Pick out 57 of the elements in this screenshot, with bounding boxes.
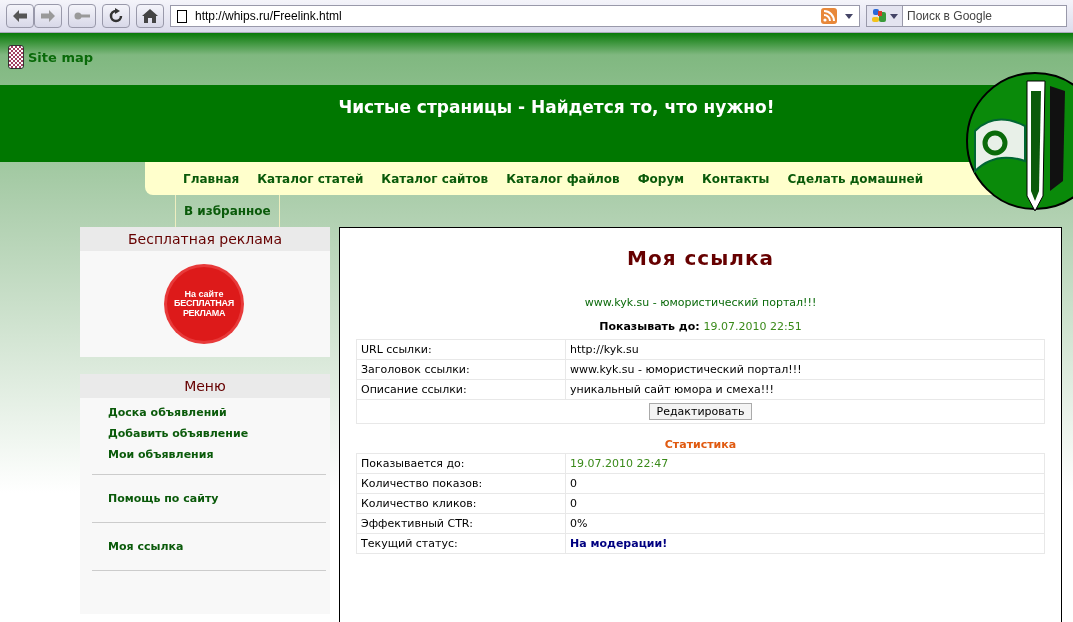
menu-link[interactable]: Помощь по сайту (108, 492, 326, 505)
table-cell: Количество показов: (356, 473, 566, 494)
dropdown-caret-icon (890, 13, 898, 19)
table-cell: Эффективный CTR: (356, 513, 566, 534)
checkered-icon (8, 45, 24, 69)
nav-link[interactable]: Сделать домашней (787, 171, 924, 186)
show-until-value: 19.07.2010 22:51 (703, 320, 802, 333)
statistics-title: Статистика (663, 438, 738, 451)
menu-link[interactable]: Моя ссылка (108, 540, 326, 553)
search-engine-selector[interactable] (867, 6, 903, 26)
table-cell: Текущий статус: (356, 533, 566, 554)
back-button[interactable] (6, 4, 34, 28)
table-cell: Заголовок ссылки: (356, 359, 566, 380)
home-icon (142, 9, 158, 23)
nav-link[interactable]: Каталог статей (257, 171, 364, 186)
nav-link[interactable]: Форум (637, 171, 685, 186)
key-icon (74, 12, 90, 20)
site-slogan: Чистые страницы - Найдется то, что нужно! (338, 97, 775, 119)
nav-link[interactable]: Каталог сайтов (381, 171, 489, 186)
table-cell: 0 (565, 493, 1045, 514)
url-text: http://whips.ru/Freelink.html (195, 9, 342, 23)
table-cell: Показывается до: (356, 453, 566, 474)
reload-button[interactable] (102, 4, 130, 28)
menu-link[interactable]: Добавить объявление (108, 427, 326, 440)
page-title: Моя ссылка (626, 246, 775, 270)
table-cell: 0 (565, 473, 1045, 494)
free-ad-badge[interactable]: На сайте БЕСПЛАТНАЯ РЕКЛАМА (167, 267, 241, 341)
menu-title: Меню (80, 374, 330, 398)
table-cell: 19.07.2010 22:47 (565, 453, 1045, 474)
home-button[interactable] (136, 4, 164, 28)
ad-panel-title: Бесплатная реклама (80, 227, 330, 251)
table-cell: Количество кликов: (356, 493, 566, 514)
key-button[interactable] (68, 4, 96, 28)
dropdown-caret-icon[interactable] (845, 13, 853, 19)
nav-link[interactable]: Каталог файлов (506, 171, 620, 186)
table-cell: 0% (565, 513, 1045, 534)
nav-link[interactable]: Контакты (702, 171, 770, 186)
table-cell: На модерации! (565, 533, 1045, 554)
rss-icon[interactable] (821, 8, 837, 24)
forward-arrow-icon (41, 10, 55, 22)
table-cell: уникальный сайт юмора и смеха!!! (565, 379, 1045, 400)
table-cell: URL ссылки: (356, 339, 566, 360)
edit-button[interactable]: Редактировать (648, 403, 753, 420)
show-until-label: Показывать до: (599, 320, 700, 333)
table-cell: Описание ссылки: (356, 379, 566, 400)
back-arrow-icon (13, 10, 27, 22)
table-cell: www.kyk.su - юмористический портал!!! (565, 359, 1045, 380)
menu-link[interactable]: Доска объявлений (108, 406, 326, 419)
reload-icon (108, 8, 124, 24)
menu-link[interactable]: Мои объявления (108, 448, 326, 461)
link-title: www.kyk.su - юмористический портал!!! (583, 296, 818, 309)
nav-link[interactable]: Главная (183, 171, 240, 186)
search-field[interactable]: Поиск в Google (866, 5, 1067, 27)
colored-blocks-icon (871, 8, 887, 24)
table-cell: http://kyk.su (565, 339, 1045, 360)
page-icon (177, 9, 187, 23)
address-bar[interactable]: http://whips.ru/Freelink.html (170, 5, 860, 27)
